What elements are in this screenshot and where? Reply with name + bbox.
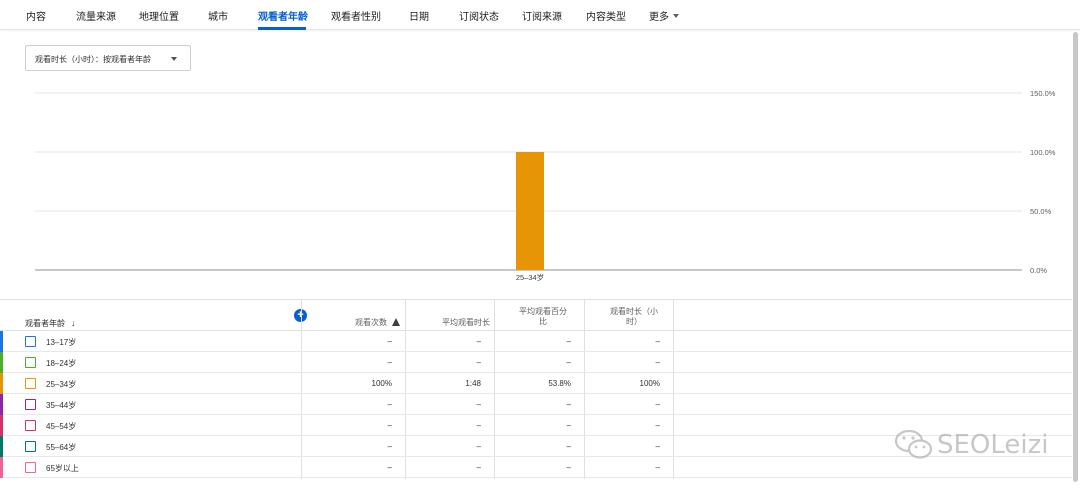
warning-icon[interactable] — [392, 318, 400, 326]
cell-watch-time: – — [655, 337, 660, 346]
cell-views: – — [387, 358, 392, 367]
row-checkbox[interactable] — [25, 336, 36, 347]
sort-down-icon[interactable]: ↓ — [71, 318, 76, 328]
cell-avg-percent: – — [566, 463, 571, 472]
cell-avg-percent: 53.8% — [548, 379, 571, 388]
table-row[interactable]: 13–17岁 – – – – — [0, 331, 1072, 352]
header-avg-view-duration[interactable]: 平均观看时长 — [410, 318, 490, 328]
row-label: 25–34岁 — [46, 380, 77, 389]
tab-bar: 内容 流量来源 地理位置 城市 观看者年龄 观看者性别 日期 订阅状态 订阅来源… — [0, 0, 1080, 30]
header-watch-time-line1: 观看时长（小 — [610, 307, 658, 316]
table-row[interactable]: 35–44岁 – – – – — [0, 394, 1072, 415]
y-tick-label: 0.0% — [1030, 266, 1047, 275]
series-color-bar — [0, 352, 3, 373]
cell-views: – — [387, 421, 392, 430]
row-checkbox[interactable] — [25, 399, 36, 410]
series-color-bar — [0, 394, 3, 415]
chart-svg: 0.0% 50.0% 100.0% 150.0% 25–34岁 — [35, 89, 1056, 282]
row-checkbox[interactable] — [25, 357, 36, 368]
cell-views: – — [387, 400, 392, 409]
cell-avg-duration: – — [476, 358, 481, 367]
cell-watch-time: – — [655, 358, 660, 367]
series-color-bar — [0, 415, 3, 436]
bar-25-34[interactable] — [516, 152, 544, 270]
row-label: 65岁以上 — [46, 464, 79, 473]
tab-content[interactable]: 内容 — [26, 8, 46, 23]
caret-down-icon — [171, 57, 177, 61]
row-checkbox[interactable] — [25, 378, 36, 389]
cell-views: 100% — [371, 379, 392, 388]
header-views[interactable]: 观看次数 — [330, 318, 400, 328]
cell-watch-time: – — [655, 463, 660, 472]
header-views-label: 观看次数 — [355, 318, 387, 327]
header-avg-percent-line2: 比 — [539, 317, 547, 326]
header-watch-time[interactable]: 观看时长（小 时） — [598, 307, 670, 327]
active-tab-indicator — [258, 27, 306, 30]
header-viewer-age[interactable]: 观看者年龄 ↓ — [25, 318, 76, 329]
cell-avg-duration: – — [476, 400, 481, 409]
vertical-scrollbar[interactable] — [1073, 32, 1078, 482]
cell-watch-time: 100% — [639, 379, 660, 388]
header-viewer-age-label: 观看者年龄 — [25, 319, 65, 328]
watermark-text: SEOLeizi — [937, 430, 1049, 460]
cell-views: – — [387, 463, 392, 472]
series-color-bar — [0, 436, 3, 457]
tab-city[interactable]: 城市 — [208, 8, 228, 23]
row-label: 35–44岁 — [46, 401, 77, 410]
bar-chart: 0.0% 50.0% 100.0% 150.0% 25–34岁 — [0, 80, 1080, 290]
row-checkbox[interactable] — [25, 441, 36, 452]
row-label: 45–54岁 — [46, 422, 77, 431]
cell-avg-duration: – — [476, 337, 481, 346]
tab-content-type[interactable]: 内容类型 — [586, 8, 626, 23]
cell-watch-time: – — [655, 421, 660, 430]
metric-dropdown-label: 观看时长（小时）：按观看者年龄 — [35, 55, 151, 64]
cell-avg-percent: – — [566, 421, 571, 430]
y-tick-label: 150.0% — [1030, 89, 1056, 98]
cell-avg-duration: – — [476, 463, 481, 472]
cell-avg-percent: – — [566, 337, 571, 346]
y-tick-label: 100.0% — [1030, 148, 1056, 157]
tab-subscription-source[interactable]: 订阅来源 — [522, 8, 562, 23]
cell-avg-duration: – — [476, 421, 481, 430]
cell-views: – — [387, 337, 392, 346]
header-avg-percent-line1: 平均观看百分 — [519, 307, 567, 316]
header-watch-time-line2: 时） — [626, 317, 642, 326]
y-tick-label: 50.0% — [1030, 207, 1052, 216]
tab-viewer-gender[interactable]: 观看者性别 — [331, 8, 381, 23]
tab-more[interactable]: 更多 — [649, 8, 679, 23]
cell-avg-percent: – — [566, 442, 571, 451]
table-header: 观看者年龄↓ + 观看次数 平均观看时长 平均观看百分 比 观看时长（小 时） — [0, 299, 1072, 331]
tab-geography[interactable]: 地理位置 — [139, 8, 179, 23]
cell-watch-time: – — [655, 400, 660, 409]
tab-traffic-source[interactable]: 流量来源 — [76, 8, 116, 23]
tab-subscription-status[interactable]: 订阅状态 — [459, 8, 499, 23]
row-checkbox[interactable] — [25, 420, 36, 431]
cell-avg-percent: – — [566, 400, 571, 409]
row-checkbox[interactable] — [25, 462, 36, 473]
caret-down-icon — [673, 14, 679, 18]
series-color-bar — [0, 457, 3, 478]
cell-avg-duration: 1:48 — [465, 379, 481, 388]
cell-watch-time: – — [655, 442, 660, 451]
row-label: 13–17岁 — [46, 338, 77, 347]
row-label: 55–64岁 — [46, 443, 77, 452]
series-color-bar — [0, 331, 3, 352]
table-row[interactable]: 25–34岁 100% 1:48 53.8% 100% — [0, 373, 1072, 394]
cell-avg-percent: – — [566, 358, 571, 367]
watermark: SEOLeizi — [893, 428, 1073, 462]
header-avg-percent[interactable]: 平均观看百分 比 — [505, 307, 581, 327]
x-tick-label: 25–34岁 — [516, 272, 544, 282]
tab-date[interactable]: 日期 — [409, 8, 429, 23]
table-row[interactable]: 18–24岁 – – – – — [0, 352, 1072, 373]
cell-avg-duration: – — [476, 442, 481, 451]
wechat-icon — [894, 429, 933, 459]
series-color-bar — [0, 373, 3, 394]
tab-viewer-age[interactable]: 观看者年龄 — [258, 8, 308, 23]
row-label: 18–24岁 — [46, 359, 77, 368]
cell-views: – — [387, 442, 392, 451]
metric-dropdown[interactable]: 观看时长（小时）：按观看者年龄 — [25, 45, 191, 71]
tab-more-label: 更多 — [649, 12, 669, 23]
